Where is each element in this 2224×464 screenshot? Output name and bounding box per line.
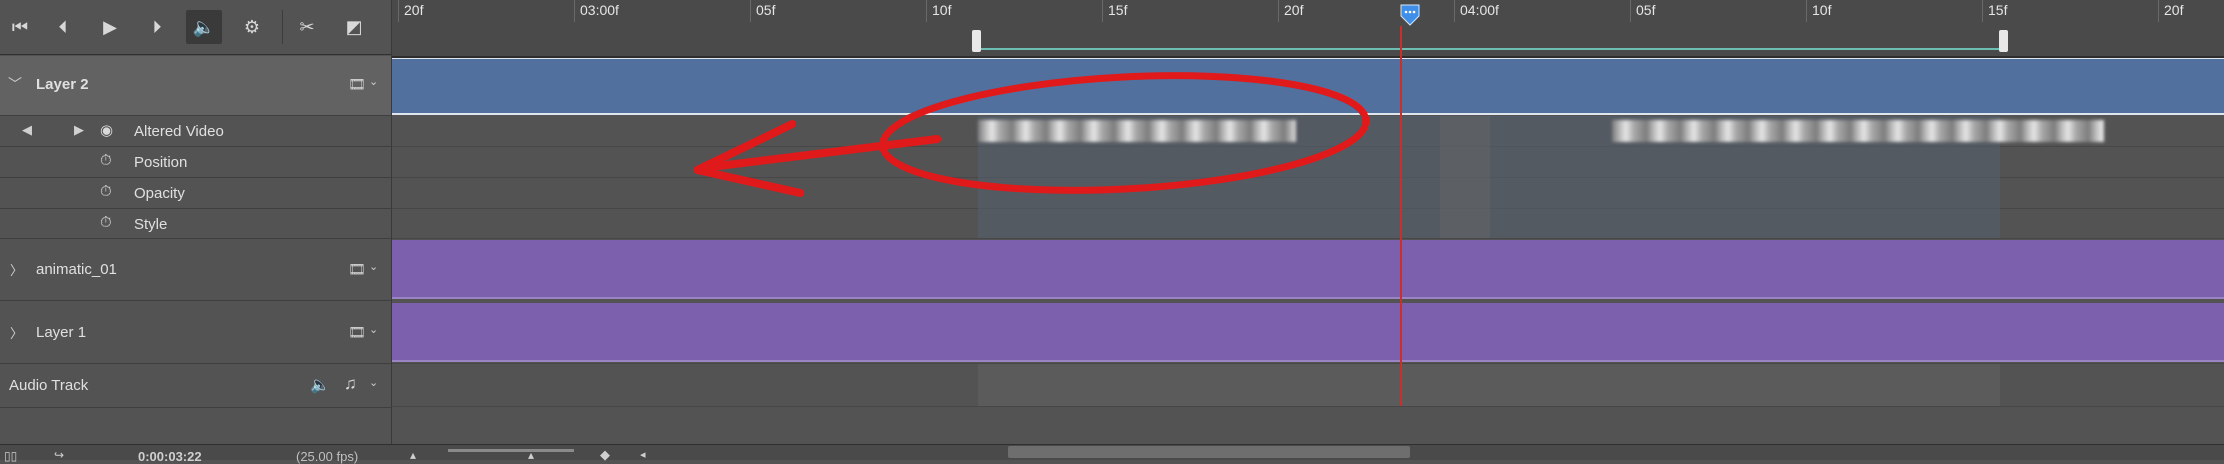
chevron-down-icon[interactable]: ⌄ xyxy=(369,260,378,273)
eye-icon[interactable]: ◉ xyxy=(100,121,113,139)
ruler-tick xyxy=(574,0,575,22)
previous-keyframe-icon[interactable]: ◀ xyxy=(22,122,32,138)
toolbar-separator xyxy=(282,10,283,44)
track-label: Layer 2 xyxy=(36,76,89,93)
property-row-opacity: ⏱ Opacity xyxy=(0,178,392,209)
expand-chevron-icon[interactable]: 〉 xyxy=(10,323,23,342)
zoom-in-icon[interactable]: ▴ xyxy=(528,448,534,462)
next-frame-button[interactable]: ⏵ xyxy=(139,10,175,44)
ruler-tick-label: 10f xyxy=(932,2,952,18)
work-area-bar[interactable] xyxy=(972,30,2008,52)
work-area-line xyxy=(978,48,2002,50)
track-label: Layer 1 xyxy=(36,324,87,341)
mute-audio-button[interactable]: 🔈 xyxy=(186,10,222,44)
audio-work-area-shading xyxy=(978,364,2000,406)
film-strip-icon[interactable]: 🎞 xyxy=(348,261,366,277)
property-label: Opacity xyxy=(134,185,185,202)
gear-icon: ⚙ xyxy=(243,16,261,38)
ruler-tick xyxy=(1806,0,1807,22)
property-row-style: ⏱ Style xyxy=(0,209,392,239)
playhead-handle[interactable] xyxy=(1400,4,1420,26)
zoom-slider[interactable] xyxy=(448,449,574,452)
transition-icon: ◩ xyxy=(345,16,363,38)
ruler-tick-label: 04:00f xyxy=(1460,2,1499,18)
play-button[interactable]: ▶ xyxy=(92,10,128,44)
track-row-layer-2[interactable]: ﹀ Layer 2 🎞 ⌄ xyxy=(0,56,392,116)
stopwatch-icon[interactable]: ⏱ xyxy=(100,183,112,200)
current-timecode: 0:00:03:22 xyxy=(138,449,202,464)
ruler-tick xyxy=(926,0,927,22)
scroll-left-icon[interactable]: ◂ xyxy=(640,448,646,461)
track-row-layer-1[interactable]: 〉 Layer 1 🎞 ⌄ xyxy=(0,301,392,364)
convert-icon[interactable]: ↪ xyxy=(54,448,64,462)
transition-button[interactable]: ◩ xyxy=(336,10,372,44)
property-label: Position xyxy=(134,154,188,171)
timeline-footer: ▯▯ ↪ 0:00:03:22 (25.00 fps) ▴ ▴ ◆ ◂ xyxy=(0,444,2224,464)
scissors-icon: ✂ xyxy=(299,16,315,38)
step-forward-icon: ⏵ xyxy=(152,16,162,38)
play-icon: ▶ xyxy=(103,16,117,38)
ruler-tick-label: 15f xyxy=(1988,2,2008,18)
stopwatch-icon[interactable]: ⏱ xyxy=(100,214,112,231)
ruler-tick xyxy=(1102,0,1103,22)
ruler-tick-label: 05f xyxy=(756,2,776,18)
layers-panel: ⏮ ⏴ ▶ ⏵ 🔈 ⚙ ✂ ◩ ﹀ Layer 2 🎞 ⌄ ◀ ▶ ◉ Alte… xyxy=(0,0,392,459)
ruler-tick-label: 20f xyxy=(2164,2,2184,18)
ruler-tick xyxy=(1454,0,1455,22)
skip-back-icon: ⏮ xyxy=(11,16,29,38)
ruler-tick xyxy=(1630,0,1631,22)
expand-chevron-icon[interactable]: 〉 xyxy=(10,260,23,279)
work-area-end-handle[interactable] xyxy=(1999,30,2008,52)
speaker-icon[interactable]: 🔈 xyxy=(310,375,330,395)
property-label: Style xyxy=(134,216,168,233)
previous-frame-button[interactable]: ⏴ xyxy=(45,10,81,44)
chevron-down-icon[interactable]: ⌄ xyxy=(369,323,378,336)
ruler-tick xyxy=(1982,0,1983,22)
horizontal-scrollbar-thumb[interactable] xyxy=(1008,446,1410,458)
layer-1-clip[interactable] xyxy=(392,303,2224,362)
ruler-tick xyxy=(2158,0,2159,22)
chevron-down-icon[interactable]: ⌄ xyxy=(369,75,378,88)
zoom-out-icon[interactable]: ▴ xyxy=(410,448,416,462)
annotation-ellipse xyxy=(878,72,1370,194)
next-keyframe-icon[interactable]: ▶ xyxy=(74,122,84,138)
settings-button[interactable]: ⚙ xyxy=(234,10,270,44)
ruler-tick-label: 05f xyxy=(1636,2,1656,18)
track-label: animatic_01 xyxy=(36,261,117,278)
render-video-icon[interactable]: ▯▯ xyxy=(4,449,17,463)
playhead-line xyxy=(1400,26,1402,406)
mountain-icon[interactable]: ◆ xyxy=(600,447,610,463)
ruler-tick xyxy=(750,0,751,22)
stopwatch-icon[interactable]: ⏱ xyxy=(100,152,112,169)
split-at-playhead-button[interactable]: ✂ xyxy=(289,10,325,44)
track-label: Audio Track xyxy=(9,377,89,394)
speaker-icon: 🔈 xyxy=(192,16,216,38)
chevron-down-icon[interactable]: ⌄ xyxy=(369,376,378,389)
row-divider xyxy=(392,406,2224,407)
work-area-start-handle[interactable] xyxy=(972,30,981,52)
playhead-icon xyxy=(1400,4,1420,26)
ruler-tick xyxy=(398,0,399,22)
track-row-audio[interactable]: Audio Track 🔈 ♫ ⌄ xyxy=(0,364,392,408)
ruler-tick-label: 20f xyxy=(1284,2,1304,18)
property-row-position: ⏱ Position xyxy=(0,147,392,178)
timeline-area[interactable] xyxy=(392,0,2224,459)
track-row-animatic-01[interactable]: 〉 animatic_01 🎞 ⌄ xyxy=(0,239,392,301)
ruler-tick-label: 15f xyxy=(1108,2,1128,18)
property-row-altered-video: ◀ ▶ ◉ Altered Video xyxy=(0,116,392,147)
timeline-toolbar: ⏮ ⏴ ▶ ⏵ 🔈 ⚙ ✂ ◩ xyxy=(0,0,392,55)
film-strip-icon[interactable]: 🎞 xyxy=(348,324,366,340)
film-strip-icon[interactable]: 🎞 xyxy=(348,76,366,92)
ruler-tick-label: 20f xyxy=(404,2,424,18)
property-label: Altered Video xyxy=(134,123,224,140)
go-to-first-frame-button[interactable]: ⏮ xyxy=(2,10,38,44)
music-note-icon[interactable]: ♫ xyxy=(344,374,357,394)
ruler-tick-label: 10f xyxy=(1812,2,1832,18)
step-back-icon: ⏴ xyxy=(58,16,68,38)
collapse-chevron-icon[interactable]: ﹀ xyxy=(8,74,22,94)
ruler-tick-label: 03:00f xyxy=(580,2,619,18)
frame-rate: (25.00 fps) xyxy=(296,449,359,464)
ruler-tick xyxy=(1278,0,1279,22)
